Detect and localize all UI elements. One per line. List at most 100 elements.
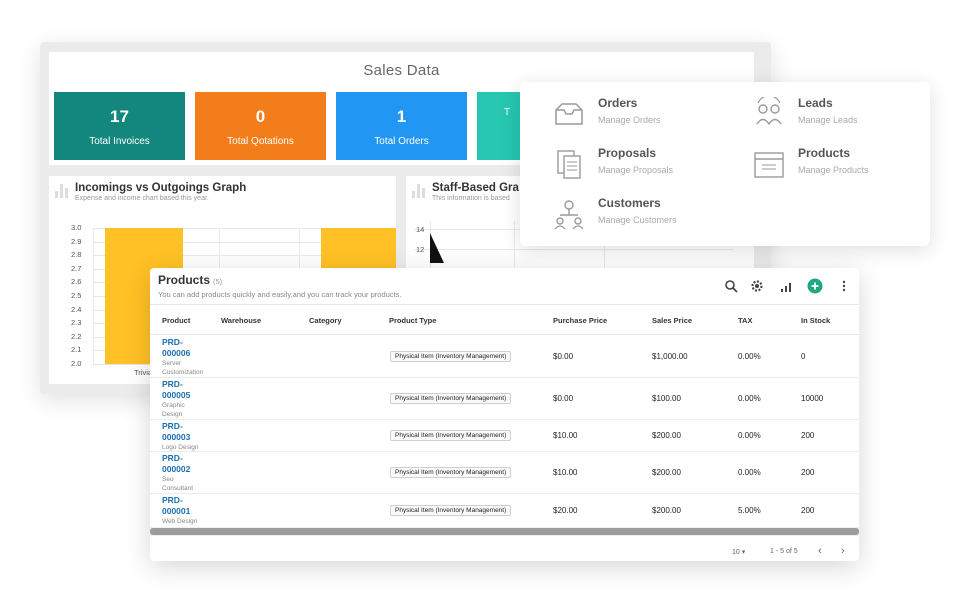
stock-value: 200 bbox=[801, 468, 815, 477]
quick-item-title: Proposals bbox=[598, 146, 657, 160]
y-tick: 2.9 bbox=[71, 236, 82, 246]
y-tick: 2.2 bbox=[71, 331, 82, 341]
stock-value: 200 bbox=[801, 431, 815, 440]
y-tick: 2.8 bbox=[71, 250, 82, 260]
panel-subtitle: This information is based bbox=[432, 195, 510, 202]
total-orders-tile[interactable]: 1 Total Orders bbox=[336, 92, 467, 160]
gridline bbox=[93, 228, 94, 364]
pagination-range: 1 - 5 of 5 bbox=[770, 548, 798, 555]
search-icon[interactable] bbox=[723, 278, 739, 294]
more-icon[interactable] bbox=[836, 278, 852, 294]
product-id-link[interactable]: PRD- 000005 bbox=[162, 379, 214, 401]
prev-page-icon[interactable]: ‹ bbox=[818, 545, 822, 557]
col-product-type[interactable]: Product Type bbox=[389, 316, 436, 325]
gear-icon[interactable] bbox=[749, 278, 765, 294]
products-count: (5) bbox=[213, 277, 223, 286]
products-title: Products (5) bbox=[158, 273, 222, 287]
stock-value: 0 bbox=[801, 352, 806, 361]
quick-item-proposals[interactable]: Proposals Manage Proposals bbox=[552, 145, 732, 185]
page-size-value: 10 bbox=[732, 549, 740, 556]
product-name: Seo Consultant bbox=[162, 476, 194, 492]
page-size-select[interactable]: 10 ▾ bbox=[732, 548, 745, 556]
panel-title: Staff-Based Gra bbox=[432, 182, 519, 194]
product-type-chip: Physical Item (Inventory Management) bbox=[390, 393, 512, 404]
tax-value: 0.00% bbox=[738, 394, 761, 403]
sales-data-title: Sales Data bbox=[363, 62, 440, 79]
product-name: Web Design bbox=[162, 518, 198, 525]
product-id-link[interactable]: PRD- 000002 bbox=[162, 453, 214, 475]
y-tick: 2.3 bbox=[71, 318, 82, 328]
box-icon bbox=[754, 152, 784, 178]
quick-item-title: Orders bbox=[598, 96, 638, 110]
bar-chart-icon bbox=[55, 184, 69, 198]
next-page-icon[interactable]: › bbox=[841, 545, 845, 557]
total-invoices-tile[interactable]: 17 Total Invoices bbox=[54, 92, 185, 160]
table-row[interactable]: PRD- 000002 Seo Consultant Physical Item (… bbox=[150, 452, 859, 494]
col-tax[interactable]: TAX bbox=[738, 316, 752, 325]
col-purchase-price[interactable]: Purchase Price bbox=[553, 316, 607, 325]
quick-item-customers[interactable]: Customers Manage Customers bbox=[552, 195, 732, 235]
scrollbar-thumb[interactable] bbox=[150, 528, 859, 535]
table-row[interactable]: PRD- 000006 Server Customization Physical … bbox=[150, 336, 859, 378]
add-icon[interactable] bbox=[807, 278, 823, 294]
product-type-chip: Physical Item (Inventory Management) bbox=[390, 467, 512, 478]
y-tick: 14 bbox=[416, 225, 425, 234]
product-type-chip: Physical Item (Inventory Management) bbox=[390, 430, 512, 441]
product-id-link[interactable]: PRD- 000006 bbox=[162, 337, 214, 359]
product-type-chip: Physical Item (Inventory Management) bbox=[390, 505, 512, 516]
y-tick: 2.0 bbox=[71, 359, 82, 368]
table-row[interactable]: PRD- 000003 Logo Design Physical Item (Inv… bbox=[150, 420, 859, 452]
sales-price: $200.00 bbox=[652, 468, 681, 477]
sales-price: $100.00 bbox=[652, 394, 681, 403]
y-tick: 2.7 bbox=[71, 263, 82, 273]
purchase-price: $0.00 bbox=[553, 394, 574, 403]
quick-item-sub: Manage Products bbox=[798, 165, 869, 175]
product-name: Logo Design bbox=[162, 444, 199, 451]
tile-label: Total Qotations bbox=[227, 136, 294, 147]
horizontal-scrollbar[interactable] bbox=[150, 527, 859, 536]
table-row[interactable]: PRD- 000001 Web Design Physical Item (Inve… bbox=[150, 494, 859, 528]
products-subtitle: You can add products quickly and easily,… bbox=[158, 290, 402, 299]
stock-value: 200 bbox=[801, 506, 815, 515]
product-name: Graphic Design bbox=[162, 402, 185, 418]
header-divider bbox=[150, 334, 859, 335]
quick-item-orders[interactable]: Orders Manage Orders bbox=[552, 95, 732, 135]
chevron-down-icon: ▾ bbox=[741, 549, 746, 556]
product-id-link[interactable]: PRD- 000001 bbox=[162, 495, 214, 517]
total-quotations-tile[interactable]: 0 Total Qotations bbox=[195, 92, 326, 160]
tax-value: 5.00% bbox=[738, 506, 761, 515]
sales-price: $1,000.00 bbox=[652, 352, 688, 361]
products-window: Products (5) You can add products quickly… bbox=[150, 268, 859, 561]
tile-label: Total Invoices bbox=[89, 136, 150, 147]
col-product[interactable]: Product bbox=[162, 316, 190, 325]
quick-item-sub: Manage Orders bbox=[598, 115, 661, 125]
product-id-link[interactable]: PRD- 000003 bbox=[162, 421, 214, 443]
tile-value: 0 bbox=[255, 107, 266, 126]
col-warehouse[interactable]: Warehouse bbox=[221, 316, 261, 325]
y-tick: 2.1 bbox=[71, 345, 82, 355]
quick-item-products[interactable]: Products Manage Products bbox=[752, 145, 932, 185]
y-tick: 2.6 bbox=[71, 277, 82, 287]
y-tick: 2.5 bbox=[71, 291, 82, 300]
panel-title: Incomings vs Outgoings Graph bbox=[75, 182, 247, 194]
signal-icon[interactable] bbox=[778, 278, 794, 294]
col-in-stock[interactable]: In Stock bbox=[801, 316, 830, 325]
product-type-chip: Physical Item (Inventory Management) bbox=[390, 351, 512, 362]
bar-chart-icon bbox=[412, 184, 426, 198]
col-category[interactable]: Category bbox=[309, 316, 342, 325]
tax-value: 0.00% bbox=[738, 468, 761, 477]
quick-item-sub: Manage Proposals bbox=[598, 165, 674, 175]
quick-item-sub: Manage Customers bbox=[598, 215, 677, 225]
quick-item-leads[interactable]: Leads Manage Leads bbox=[752, 95, 932, 135]
customers-icon bbox=[554, 200, 584, 230]
col-sales-price[interactable]: Sales Price bbox=[652, 316, 692, 325]
sales-price: $200.00 bbox=[652, 506, 681, 515]
header-divider bbox=[150, 304, 859, 305]
table-row[interactable]: PRD- 000005 Graphic Design Physical Item (… bbox=[150, 378, 859, 420]
tile-label: Total Orders bbox=[374, 136, 429, 147]
leads-icon bbox=[756, 97, 782, 126]
tile-value: 17 bbox=[110, 107, 129, 126]
inbox-icon bbox=[555, 103, 583, 125]
quick-item-title: Customers bbox=[598, 196, 661, 210]
documents-icon bbox=[557, 150, 581, 179]
